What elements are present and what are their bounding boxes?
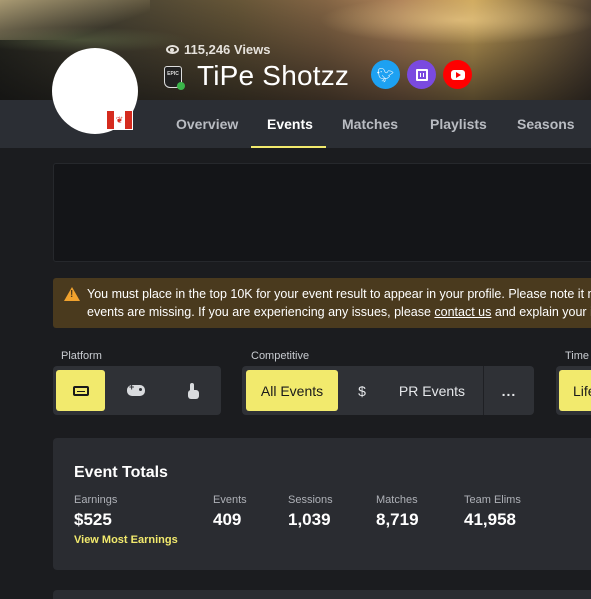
time-filter: Life xyxy=(556,366,591,415)
canada-flag-icon: ❦ xyxy=(106,110,133,130)
platform-filter-label: Platform xyxy=(61,350,102,362)
platform-touch-button[interactable] xyxy=(167,370,217,411)
pr-events-button[interactable]: PR Events xyxy=(386,370,478,411)
alert-line-2: events are missing. If you are experienc… xyxy=(87,305,591,319)
more-options-button[interactable]: ... xyxy=(488,370,530,411)
all-events-button[interactable]: All Events xyxy=(246,370,338,411)
tab-overview[interactable]: Overview xyxy=(176,100,238,148)
profile-page: 115,246 Views EPIC TiPe Shotzz 🐦︎ ❦ Over… xyxy=(0,0,591,599)
platform-filter xyxy=(53,366,221,415)
cash-events-button[interactable]: $ xyxy=(342,370,382,411)
tab-events[interactable]: Events xyxy=(267,100,313,148)
view-most-earnings-link[interactable]: View Most Earnings xyxy=(74,534,178,546)
event-totals-title: Event Totals xyxy=(74,464,168,481)
twitch-icon xyxy=(415,68,428,81)
views-text: 115,246 Views xyxy=(184,42,271,57)
youtube-link[interactable] xyxy=(443,60,472,89)
stat-earnings: Earnings $525 xyxy=(74,494,118,529)
time-filter-label: Time xyxy=(565,350,590,362)
gamepad-icon xyxy=(127,382,145,396)
active-tab-indicator xyxy=(251,146,326,148)
epic-games-icon: EPIC xyxy=(164,66,185,90)
event-totals-card: Event Totals Earnings $525 Events 409 Se… xyxy=(53,438,591,570)
player-name: TiPe Shotzz xyxy=(197,60,350,91)
ad-placeholder xyxy=(53,163,591,262)
competitive-filter: All Events $ PR Events ... xyxy=(242,366,534,415)
platform-keyboard-button[interactable] xyxy=(56,370,105,411)
stat-team-elims: Team Elims 41,958 xyxy=(464,494,521,529)
contact-us-link[interactable]: contact us xyxy=(434,305,491,319)
twitter-icon: 🐦︎ xyxy=(376,66,395,83)
tab-playlists[interactable]: Playlists xyxy=(430,100,487,148)
twitch-link[interactable] xyxy=(407,60,436,89)
competitive-filter-label: Competitive xyxy=(251,350,310,362)
platform-gamepad-button[interactable] xyxy=(111,370,161,411)
eye-icon xyxy=(166,45,179,54)
keyboard-icon xyxy=(72,385,89,396)
stat-events: Events 409 xyxy=(213,494,247,529)
warning-icon xyxy=(64,287,80,301)
next-card xyxy=(53,590,591,599)
youtube-icon xyxy=(450,69,465,80)
verified-icon xyxy=(177,82,185,90)
twitter-link[interactable]: 🐦︎ xyxy=(371,60,400,89)
view-count: 115,246 Views xyxy=(166,42,271,57)
tab-matches[interactable]: Matches xyxy=(342,100,398,148)
stat-sessions: Sessions 1,039 xyxy=(288,494,333,529)
touch-icon xyxy=(187,382,199,399)
alert-line-1: You must place in the top 10K for your e… xyxy=(87,287,591,301)
event-notice-alert: You must place in the top 10K for your e… xyxy=(53,278,591,328)
tab-seasons[interactable]: Seasons xyxy=(517,100,575,148)
stat-matches: Matches 8,719 xyxy=(376,494,419,529)
time-lifetime-button[interactable]: Life xyxy=(559,370,591,411)
